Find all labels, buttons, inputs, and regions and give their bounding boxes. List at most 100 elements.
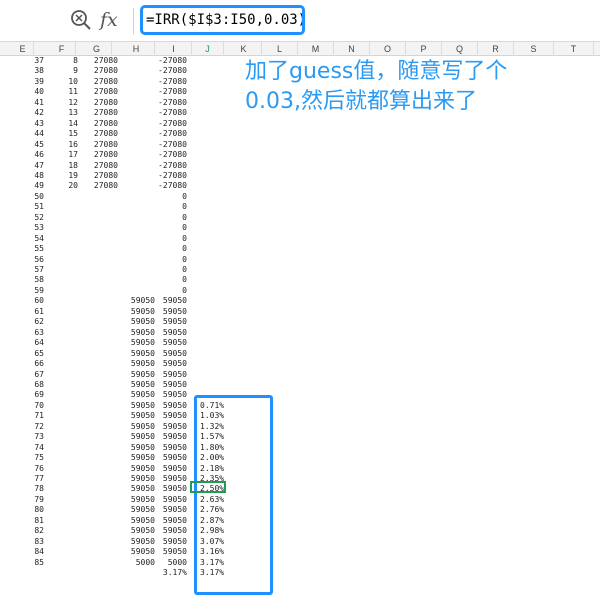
cell-h[interactable]: 59050 <box>120 411 155 421</box>
cell-g[interactable]: 27080 <box>88 171 118 181</box>
cell-i[interactable]: -27080 <box>155 181 187 191</box>
cell-e[interactable]: 70 <box>22 401 44 411</box>
cell-h[interactable] <box>120 192 155 202</box>
cell-e[interactable]: 85 <box>22 558 44 568</box>
cell-j[interactable]: 2.98% <box>200 526 240 536</box>
cell-j[interactable] <box>200 265 240 275</box>
cell-i[interactable]: 59050 <box>155 390 187 400</box>
cell-g[interactable] <box>88 307 118 317</box>
cell-j[interactable]: 2.35% <box>200 474 240 484</box>
cell-e[interactable]: 52 <box>22 213 44 223</box>
cell-g[interactable] <box>88 401 118 411</box>
cell-g[interactable] <box>88 505 118 515</box>
cell-f[interactable]: 19 <box>52 171 78 181</box>
cell-g[interactable] <box>88 432 118 442</box>
cell-f[interactable]: 18 <box>52 161 78 171</box>
cell-f[interactable]: 9 <box>52 66 78 76</box>
cell-e[interactable]: 53 <box>22 223 44 233</box>
cell-f[interactable]: 10 <box>52 77 78 87</box>
cell-f[interactable] <box>52 202 78 212</box>
cell-j[interactable]: 2.00% <box>200 453 240 463</box>
cell-e[interactable]: 72 <box>22 422 44 432</box>
cell-g[interactable] <box>88 338 118 348</box>
cell-f[interactable] <box>52 286 78 296</box>
cell-j[interactable] <box>200 296 240 306</box>
cell-f[interactable] <box>52 192 78 202</box>
cell-h[interactable]: 59050 <box>120 484 155 494</box>
column-header-m[interactable]: M <box>298 42 334 56</box>
cell-e[interactable]: 78 <box>22 484 44 494</box>
cell-f[interactable] <box>52 307 78 317</box>
cell-g[interactable]: 27080 <box>88 87 118 97</box>
cell-e[interactable]: 58 <box>22 275 44 285</box>
cell-e[interactable]: 60 <box>22 296 44 306</box>
cell-g[interactable] <box>88 474 118 484</box>
cell-j[interactable] <box>200 275 240 285</box>
cell-h[interactable] <box>120 66 155 76</box>
cell-e[interactable]: 47 <box>22 161 44 171</box>
cell-j[interactable] <box>200 370 240 380</box>
cell-j[interactable]: 1.32% <box>200 422 240 432</box>
cell-i[interactable]: 0 <box>155 223 187 233</box>
column-header-s[interactable]: S <box>514 42 554 56</box>
cell-h[interactable] <box>120 129 155 139</box>
cell-e[interactable]: 43 <box>22 119 44 129</box>
cell-e[interactable]: 51 <box>22 202 44 212</box>
cell-i[interactable]: 59050 <box>155 422 187 432</box>
cell-j[interactable] <box>200 66 240 76</box>
cell-g[interactable] <box>88 296 118 306</box>
cell-f[interactable]: 15 <box>52 129 78 139</box>
cell-h[interactable] <box>120 213 155 223</box>
cell-h[interactable]: 59050 <box>120 526 155 536</box>
cell-e[interactable]: 73 <box>22 432 44 442</box>
cell-f[interactable]: 13 <box>52 108 78 118</box>
column-header-o[interactable]: O <box>370 42 406 56</box>
column-header-n[interactable]: N <box>334 42 370 56</box>
cell-g[interactable]: 27080 <box>88 108 118 118</box>
cell-i[interactable]: 0 <box>155 234 187 244</box>
cell-j[interactable]: 3.17% <box>200 558 240 568</box>
cell-j[interactable]: 1.80% <box>200 443 240 453</box>
cell-g[interactable]: 27080 <box>88 98 118 108</box>
cell-h[interactable]: 59050 <box>120 422 155 432</box>
cell-e[interactable]: 41 <box>22 98 44 108</box>
cell-i[interactable]: -27080 <box>155 87 187 97</box>
cell-j[interactable]: 2.87% <box>200 516 240 526</box>
cell-e[interactable]: 67 <box>22 370 44 380</box>
cell-h[interactable]: 59050 <box>120 464 155 474</box>
cell-i[interactable]: 59050 <box>155 547 187 557</box>
cell-h[interactable] <box>120 255 155 265</box>
magnifier-cancel-icon[interactable] <box>70 8 92 32</box>
cell-f[interactable] <box>52 401 78 411</box>
cell-f[interactable] <box>52 558 78 568</box>
cell-i[interactable]: 5000 <box>155 558 187 568</box>
cell-g[interactable] <box>88 495 118 505</box>
cell-e[interactable]: 77 <box>22 474 44 484</box>
cell-f[interactable] <box>52 255 78 265</box>
cell-h[interactable]: 59050 <box>120 432 155 442</box>
cell-e[interactable]: 69 <box>22 390 44 400</box>
cell-e[interactable]: 40 <box>22 87 44 97</box>
cell-h[interactable]: 59050 <box>120 516 155 526</box>
cell-e[interactable]: 39 <box>22 77 44 87</box>
cell-j[interactable] <box>200 129 240 139</box>
cell-j[interactable] <box>200 317 240 327</box>
cell-h[interactable] <box>120 181 155 191</box>
cell-j[interactable]: 2.63% <box>200 495 240 505</box>
cell-f[interactable] <box>52 432 78 442</box>
cell-f[interactable] <box>52 443 78 453</box>
cell-j[interactable] <box>200 56 240 66</box>
cell-j[interactable]: 1.03% <box>200 411 240 421</box>
cell-f[interactable]: 8 <box>52 56 78 66</box>
cell-j[interactable]: 0.71% <box>200 401 240 411</box>
cell-g[interactable]: 27080 <box>88 150 118 160</box>
cell-j[interactable] <box>200 171 240 181</box>
cell-h[interactable] <box>120 140 155 150</box>
cell-h[interactable]: 59050 <box>120 380 155 390</box>
cell-f[interactable] <box>52 453 78 463</box>
cell-g[interactable] <box>88 349 118 359</box>
cell-g[interactable] <box>88 234 118 244</box>
cell-i[interactable]: 0 <box>155 202 187 212</box>
cell-j[interactable] <box>200 119 240 129</box>
cell-j[interactable] <box>200 328 240 338</box>
